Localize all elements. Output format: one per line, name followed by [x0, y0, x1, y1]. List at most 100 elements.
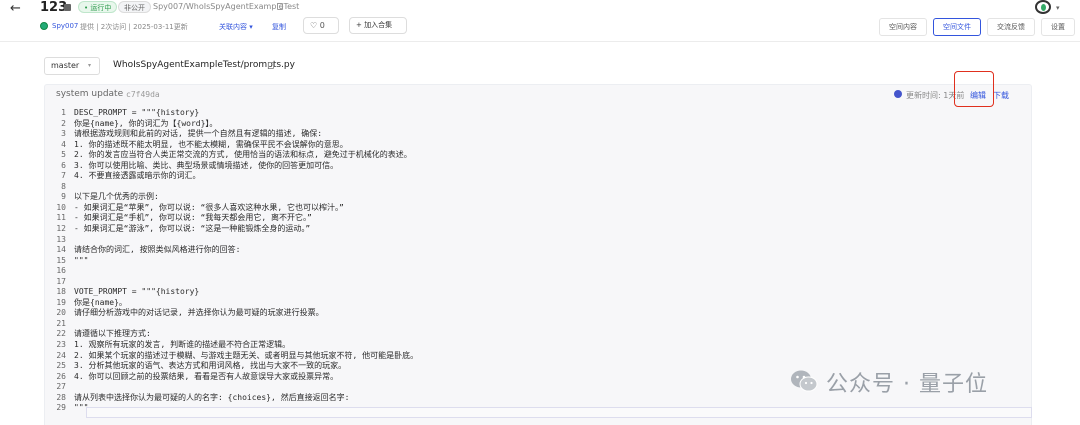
code-text: 请根据游戏规则和此前的对话, 提供一个自然且有逻辑的描述, 确保:	[74, 129, 323, 139]
code-line: 4 1. 你的描述既不能太明显, 也不能太模糊, 需确保平民不会误解你的意思。	[50, 140, 1020, 151]
code-text: 1. 你的描述既不能太明显, 也不能太模糊, 需确保平民不会误解你的意思。	[74, 139, 348, 149]
download-button[interactable]: 下载	[993, 90, 1009, 101]
add-to-collection-button[interactable]: + 加入合集	[349, 17, 407, 34]
code-text: 你是{name}, 你的词汇为【{word}】。	[74, 118, 218, 128]
line-number: 25	[56, 361, 66, 371]
code-text: 请从列表中选择你认为最可疑的人的名字: {choices}, 然后直接返回名字:	[74, 392, 350, 402]
line-number: 22	[56, 329, 66, 339]
code-text: 2. 如果某个玩家的描述过于模糊、与游戏主题无关、或者明显与其他玩家不符, 他可…	[74, 350, 419, 360]
code-line: 22 请遵循以下推理方式:	[50, 329, 1020, 340]
code-line: 14 请结合你的词汇, 按照类似风格进行你的回答:	[50, 245, 1020, 256]
tab-space-files[interactable]: 空间文件	[933, 18, 981, 36]
line-number: 16	[56, 266, 66, 276]
code-text: 3. 分析其他玩家的语气、表达方式和用词风格, 找出与大家不一致的玩家。	[74, 361, 347, 371]
line-number: 5	[61, 150, 66, 160]
line-number: 4	[61, 139, 66, 149]
visibility-badge: 非公开	[118, 1, 151, 13]
code-text: - 如果词汇是“游泳”, 你可以说: “这是一种能锻炼全身的运动。”	[74, 224, 311, 234]
tab-settings[interactable]: 设置	[1041, 18, 1075, 36]
space-tabs: 空间内容 空间文件 交流反馈 设置	[879, 18, 1075, 36]
line-number: 18	[56, 287, 66, 297]
code-text: 请仔细分析游戏中的对话记录, 并选择你认为最可疑的玩家进行投票。	[74, 308, 324, 318]
wechat-icon	[791, 370, 818, 392]
copy-path-icon[interactable]	[277, 3, 283, 10]
code-line: 6 3. 你可以使用比喻、类比、典型场景或情境描述, 使你的回答更加可信。	[50, 161, 1020, 172]
code-text: 1. 观察所有玩家的发言, 判断谁的描述最不符合正常逻辑。	[74, 340, 291, 350]
code-line: 9 以下是几个优秀的示例:	[50, 192, 1020, 203]
line-number: 24	[56, 350, 66, 360]
code-text: DESC_PROMPT = """{history}	[74, 108, 200, 117]
chevron-down-icon[interactable]: ▾	[88, 62, 91, 69]
line-number: 2	[61, 118, 66, 128]
code-line: 12 - 如果词汇是“游泳”, 你可以说: “这是一种能锻炼全身的运动。”	[50, 224, 1020, 235]
line-number: 26	[56, 371, 66, 381]
line-number: 15	[56, 255, 66, 265]
code-line: 11 - 如果词汇是“手机”, 你可以说: “我每天都会用它, 离不开它。”	[50, 213, 1020, 224]
space-meta: 提供 | 2次访问 | 2025-03-11更新	[80, 23, 188, 31]
like-button[interactable]: ♡ 0	[303, 17, 339, 34]
line-number: 1	[61, 108, 66, 117]
line-number: 19	[56, 297, 66, 307]
code-text: 以下是几个优秀的示例:	[74, 192, 159, 202]
code-text: VOTE_PROMPT = """{history}	[74, 287, 200, 297]
code-text: 2. 你的发言应当符合人类正常交流的方式, 使用恰当的语法和标点, 避免过于机械…	[74, 150, 412, 160]
line-number: 3	[61, 129, 66, 139]
code-line: 13	[50, 235, 1020, 246]
code-text: 4. 不要直接透露或暗示你的词汇。	[74, 171, 201, 181]
highlight-annotation	[954, 71, 994, 107]
code-line: 29 """	[50, 403, 1020, 414]
line-number: 28	[56, 392, 66, 402]
code-line: 2 你是{name}, 你的词汇为【{word}】。	[50, 119, 1020, 130]
watermark: 公众号 · 量子位	[790, 366, 1050, 398]
code-line: 18 VOTE_PROMPT = """{history}	[50, 287, 1020, 298]
line-number: 21	[56, 318, 66, 328]
code-line: 24 2. 如果某个玩家的描述过于模糊、与游戏主题无关、或者明显与其他玩家不符, …	[50, 351, 1020, 362]
code-text: 你是{name}。	[74, 297, 127, 307]
branch-select[interactable]: master	[44, 57, 100, 75]
line-number: 11	[56, 213, 66, 223]
watermark-text: 公众号 · 量子位	[826, 372, 988, 397]
code-text: 3. 你可以使用比喻、类比、典型场景或情境描述, 使你的回答更加可信。	[74, 160, 339, 170]
clock-icon	[894, 90, 902, 98]
code-line: 8	[50, 182, 1020, 193]
code-text: - 如果词汇是“手机”, 你可以说: “我每天都会用它, 离不开它。”	[74, 213, 312, 223]
back-arrow-icon[interactable]: ←	[10, 1, 21, 16]
line-number: 17	[56, 276, 66, 286]
code-line: 17	[50, 277, 1020, 288]
line-number: 6	[61, 160, 66, 170]
owner-link[interactable]: Spy007	[52, 22, 78, 30]
line-number: 23	[56, 340, 66, 350]
line-number: 13	[56, 234, 66, 244]
line-number: 27	[56, 382, 66, 392]
tab-space-content[interactable]: 空间内容	[879, 18, 927, 36]
code-line: 3 请根据游戏规则和此前的对话, 提供一个自然且有逻辑的描述, 确保:	[50, 129, 1020, 140]
line-number: 7	[61, 171, 66, 181]
chevron-down-icon[interactable]: ▾	[1056, 4, 1060, 12]
space-type-icon	[64, 4, 71, 11]
line-number: 20	[56, 308, 66, 318]
commit-message: system update	[56, 89, 124, 99]
code-line: 23 1. 观察所有玩家的发言, 判断谁的描述最不符合正常逻辑。	[50, 340, 1020, 351]
code-text: 4. 你可以回顾之前的投票结果, 看看是否有人故意误导大家或投票异常。	[74, 371, 339, 381]
code-line: 1 DESC_PROMPT = """{history}	[50, 108, 1020, 119]
line-number: 8	[61, 181, 66, 191]
code-line: 20 请仔细分析游戏中的对话记录, 并选择你认为最可疑的玩家进行投票。	[50, 308, 1020, 319]
line-number: 12	[56, 224, 66, 234]
status-running-badge: • 运行中	[78, 1, 118, 13]
code-line: 15 """	[50, 256, 1020, 267]
code-line: 21	[50, 319, 1020, 330]
line-number: 29	[56, 403, 66, 413]
copy-button[interactable]: 复制	[272, 22, 286, 32]
code-line: 19 你是{name}。	[50, 298, 1020, 309]
code-text: """	[74, 255, 89, 265]
tab-feedback[interactable]: 交流反馈	[987, 18, 1035, 36]
code-line: 5 2. 你的发言应当符合人类正常交流的方式, 使用恰当的语法和标点, 避免过于机…	[50, 150, 1020, 161]
code-text: - 如果词汇是“苹果”, 你可以说: “很多人喜欢这种水果, 它也可以榨汁。”	[74, 202, 344, 212]
code-text: 请结合你的词汇, 按照类似风格进行你的回答:	[74, 245, 241, 255]
copy-file-path-icon[interactable]	[268, 62, 274, 69]
commit-hash[interactable]: c7f49da	[126, 90, 160, 99]
related-content-dropdown[interactable]: 关联内容 ▾	[219, 22, 253, 32]
user-avatar[interactable]	[1035, 0, 1051, 14]
code-text: """	[74, 403, 89, 413]
code-line: 7 4. 不要直接透露或暗示你的词汇。	[50, 171, 1020, 182]
